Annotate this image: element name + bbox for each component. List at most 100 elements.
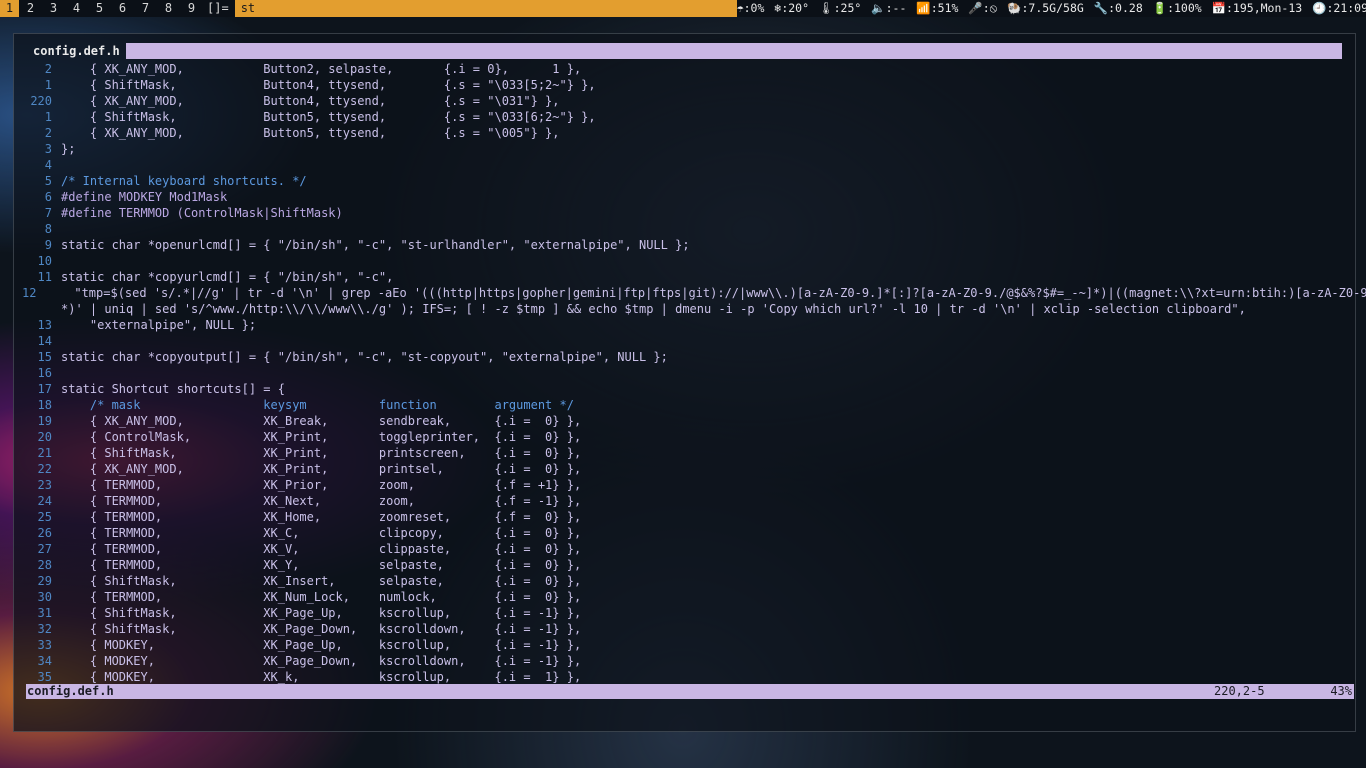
scroll-percent: 43% [1330,684,1352,698]
tabline-fill [125,43,1342,59]
line-number: 28 [37,558,52,572]
code-line[interactable]: 1 { ShiftMask, Button5, ttysend, {.s = "… [22,109,1354,125]
code-line[interactable]: 26 { TERMMOD, XK_C, clipcopy, {.i = 0} }… [22,525,1354,541]
line-number: 13 [37,318,52,332]
workspace-tag[interactable]: 1 [0,0,19,17]
code-line[interactable]: 32 { ShiftMask, XK_Page_Down, kscrolldow… [22,621,1354,637]
line-number: 3 [44,142,52,156]
code-line[interactable]: 29 { ShiftMask, XK_Insert, selpaste, {.i… [22,573,1354,589]
vim-statusline: config.def.h 220,2-5 43% [26,684,1354,699]
code-line[interactable]: 19 { XK_ANY_MOD, XK_Break, sendbreak, {.… [22,413,1354,429]
workspace-tag[interactable]: 5 [88,0,111,17]
code-line[interactable]: 20 { ControlMask, XK_Print, toggleprinte… [22,429,1354,445]
line-number: 5 [44,174,52,188]
code-line[interactable]: 5 /* Internal keyboard shortcuts. */ [22,173,1354,189]
code-text: { MODKEY, XK_k, kscrollup, {.i = 1} }, [61,670,582,684]
terminal-window[interactable]: config.def.h 2 { XK_ANY_MOD, Button2, se… [13,33,1366,732]
code-line[interactable]: 2 { XK_ANY_MOD, Button5, ttysend, {.s = … [22,125,1354,141]
code-text: { XK_ANY_MOD, Button5, ttysend, {.s = "\… [61,126,560,140]
code-line[interactable]: 11 static char *copyurlcmd[] = { "/bin/sh… [22,269,1354,285]
code-text: { TERMMOD, XK_V, clippaste, {.i = 0} }, [61,542,582,556]
wifi-status: 📶:51% [916,1,959,15]
workspace-tag[interactable]: 6 [111,0,134,17]
date-status: 📅:195,Mon-13 [1211,1,1303,15]
code-line[interactable]: 16 [22,365,1354,381]
workspace-tag[interactable]: 3 [42,0,65,17]
code-line[interactable]: 31 { ShiftMask, XK_Page_Up, kscrollup, {… [22,605,1354,621]
line-number: 25 [37,510,52,524]
code-line[interactable]: 35 { MODKEY, XK_k, kscrollup, {.i = 1} }… [22,669,1354,685]
code-line[interactable]: 33 { MODKEY, XK_Page_Up, kscrollup, {.i … [22,637,1354,653]
line-number: 19 [37,414,52,428]
rain-status: ☂:0% [736,1,765,15]
temperature-status: 🌡:25° [819,1,862,15]
code-line[interactable]: 6 #define MODKEY Mod1Mask [22,189,1354,205]
mic-status: 🎤:⦸ [968,1,998,15]
line-number: 14 [37,334,52,348]
code-text: { MODKEY, XK_Page_Up, kscrollup, {.i = -… [61,638,582,652]
code-text: { TERMMOD, XK_Prior, zoom, {.f = +1} }, [61,478,582,492]
code-line[interactable]: 1 { ShiftMask, Button4, ttysend, {.s = "… [22,77,1354,93]
code-line[interactable]: 25 { TERMMOD, XK_Home, zoomreset, {.f = … [22,509,1354,525]
code-line[interactable]: 3}; [22,141,1354,157]
code-line[interactable]: 23 { TERMMOD, XK_Prior, zoom, {.f = +1} … [22,477,1354,493]
code-line[interactable]: 34 { MODKEY, XK_Page_Down, kscrolldown, … [22,653,1354,669]
code-text: { ControlMask, XK_Print, toggleprinter, … [61,430,582,444]
tab-config-def-h[interactable]: config.def.h [14,43,126,59]
code-line[interactable]: 4 [22,157,1354,173]
cursor-position: 220,2-5 [1214,684,1265,698]
line-number: 23 [37,478,52,492]
code-editor[interactable]: 2 { XK_ANY_MOD, Button2, selpaste, {.i =… [22,61,1366,685]
workspace-tag[interactable]: 9 [180,0,203,17]
battery-status: 🔋:100% [1152,1,1202,15]
code-line[interactable]: 13 "externalpipe", NULL }; [22,317,1354,333]
code-line[interactable]: 14 [22,333,1354,349]
line-number: 18 [37,398,52,412]
code-line[interactable]: 22 { XK_ANY_MOD, XK_Print, printsel, {.i… [22,461,1354,477]
code-line[interactable]: 17 static Shortcut shortcuts[] = { [22,381,1354,397]
code-line[interactable]: 10 [22,253,1354,269]
layout-indicator[interactable]: []= [203,0,235,17]
workspace-tag[interactable]: 2 [19,0,42,17]
code-text: { XK_ANY_MOD, Button2, selpaste, {.i = 0… [61,62,582,76]
code-text: /* mask keysym function argument */ [61,398,574,412]
line-number: 35 [37,670,52,684]
code-line[interactable]: 2 { XK_ANY_MOD, Button2, selpaste, {.i =… [22,61,1354,77]
code-line[interactable]: 220 { XK_ANY_MOD, Button4, ttysend, {.s … [22,93,1354,109]
code-line[interactable]: 27 { TERMMOD, XK_V, clippaste, {.i = 0} … [22,541,1354,557]
code-line[interactable]: 30 { TERMMOD, XK_Num_Lock, numlock, {.i … [22,589,1354,605]
code-text: #define MODKEY Mod1Mask [61,190,228,204]
code-text: { TERMMOD, XK_Home, zoomreset, {.f = 0} … [61,510,582,524]
code-line[interactable]: 7 #define TERMMOD (ControlMask|ShiftMask) [22,205,1354,221]
code-line[interactable]: 21 { ShiftMask, XK_Print, printscreen, {… [22,445,1354,461]
code-line[interactable]: 8 [22,221,1354,237]
status-area: ☂:0% ❄:20° 🌡:25° 🔈:-- 📶:51% 🎤:⦸ 🐏:7.5G/5… [737,0,1366,17]
code-text: { ShiftMask, Button4, ttysend, {.s = "\0… [61,78,596,92]
code-line[interactable]: *)' | uniq | sed 's/^www./http:\\/\\/www… [22,301,1354,317]
code-line[interactable]: 12 "tmp=$(sed 's/.*|//g' | tr -d '\n' | … [22,285,1366,301]
line-number: 8 [44,222,52,236]
code-text: *)' | uniq | sed 's/^www./http:\\/\\/www… [61,302,1246,316]
workspace-tag[interactable]: 8 [157,0,180,17]
volume-status: 🔈:-- [871,1,907,15]
weather-status: ❄:20° [774,1,810,15]
window-title: st [234,0,737,17]
clock-status: 🕘:21:09 [1312,1,1366,15]
workspace-tag[interactable]: 7 [134,0,157,17]
line-number: 1 [44,110,52,124]
line-number: 27 [37,542,52,556]
code-line[interactable]: 28 { TERMMOD, XK_Y, selpaste, {.i = 0} }… [22,557,1354,573]
statusline-filename: config.def.h [27,684,114,698]
line-number: 34 [37,654,52,668]
workspace-tag[interactable]: 4 [65,0,88,17]
code-line[interactable]: 24 { TERMMOD, XK_Next, zoom, {.f = -1} }… [22,493,1354,509]
line-number [22,301,61,317]
code-text: { MODKEY, XK_Page_Down, kscrolldown, {.i… [61,654,582,668]
line-number: 6 [44,190,52,204]
code-line[interactable]: 18 /* mask keysym function argument */ [22,397,1354,413]
code-text: { TERMMOD, XK_C, clipcopy, {.i = 0} }, [61,526,582,540]
code-line[interactable]: 9 static char *openurlcmd[] = { "/bin/sh"… [22,237,1354,253]
code-text: { XK_ANY_MOD, Button4, ttysend, {.s = "\… [61,94,560,108]
vim-tabline: config.def.h [14,43,1342,59]
code-line[interactable]: 15 static char *copyoutput[] = { "/bin/sh… [22,349,1354,365]
